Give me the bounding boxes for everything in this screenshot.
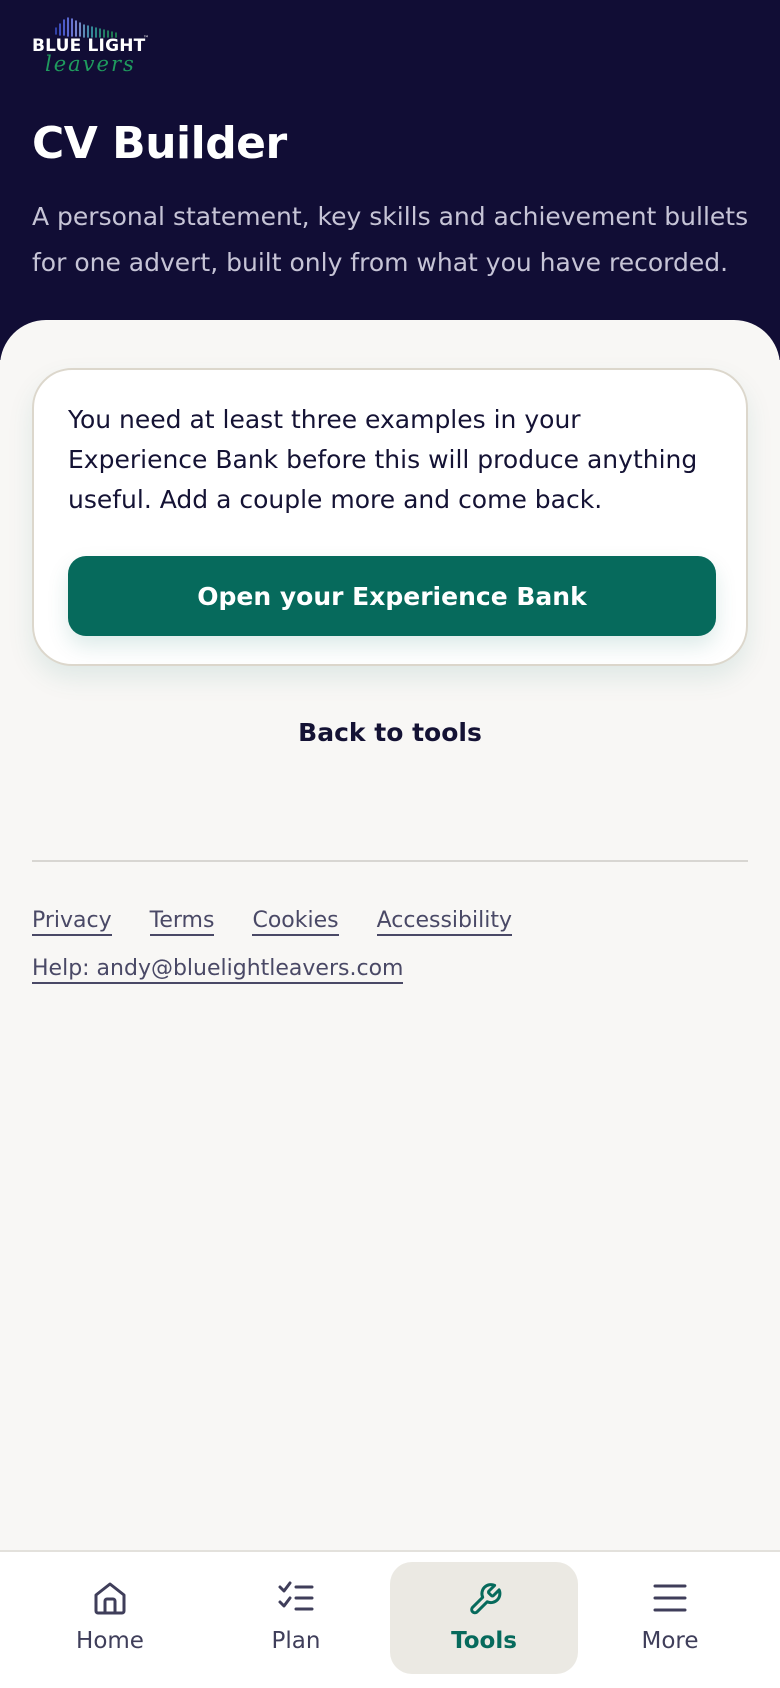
footer-link-accessibility[interactable]: Accessibility (376, 908, 512, 936)
wrench-icon (470, 1583, 502, 1615)
nav-label-home: Home (76, 1628, 144, 1654)
page: BLUE LIGHT ™ leavers CV Builder A person… (0, 0, 780, 1688)
nav-label-more: More (641, 1628, 699, 1654)
aurora-lights-icon (55, 17, 117, 38)
footer-divider (32, 860, 748, 862)
footer-link-cookies[interactable]: Cookies (252, 908, 339, 936)
nav-item-tools[interactable]: Tools (390, 1562, 578, 1674)
footer-link-terms[interactable]: Terms (149, 908, 215, 936)
logo-script: leavers (45, 52, 136, 76)
back-to-tools-link[interactable]: Back to tools (0, 718, 780, 747)
page-subtitle: A personal statement, key skills and ach… (32, 202, 749, 277)
page-header: BLUE LIGHT ™ leavers CV Builder A person… (0, 0, 780, 360)
nav-item-plan[interactable]: Plan (202, 1562, 390, 1674)
page-title: CV Builder (32, 118, 287, 169)
bottom-nav: Home Plan Tools More (0, 1550, 780, 1688)
open-experience-bank-button[interactable]: Open your Experience Bank (68, 556, 716, 636)
footer-link-privacy[interactable]: Privacy (32, 908, 112, 936)
notice-card: You need at least three examples in your… (32, 368, 748, 666)
help-email-link[interactable]: Help: andy@bluelightleavers.com (32, 956, 404, 984)
nav-item-more[interactable]: More (576, 1562, 764, 1674)
notice-message: You need at least three examples in your… (68, 405, 698, 514)
footer-links: Privacy Terms Cookies Accessibility (32, 908, 512, 936)
checklist-icon (278, 1581, 314, 1611)
brand-logo[interactable]: BLUE LIGHT ™ leavers (32, 16, 152, 76)
nav-item-home[interactable]: Home (16, 1562, 204, 1674)
nav-label-plan: Plan (271, 1628, 321, 1654)
home-icon (94, 1582, 126, 1615)
logo-trademark: ™ (143, 35, 149, 42)
menu-icon (653, 1584, 687, 1612)
nav-label-tools: Tools (451, 1628, 517, 1654)
